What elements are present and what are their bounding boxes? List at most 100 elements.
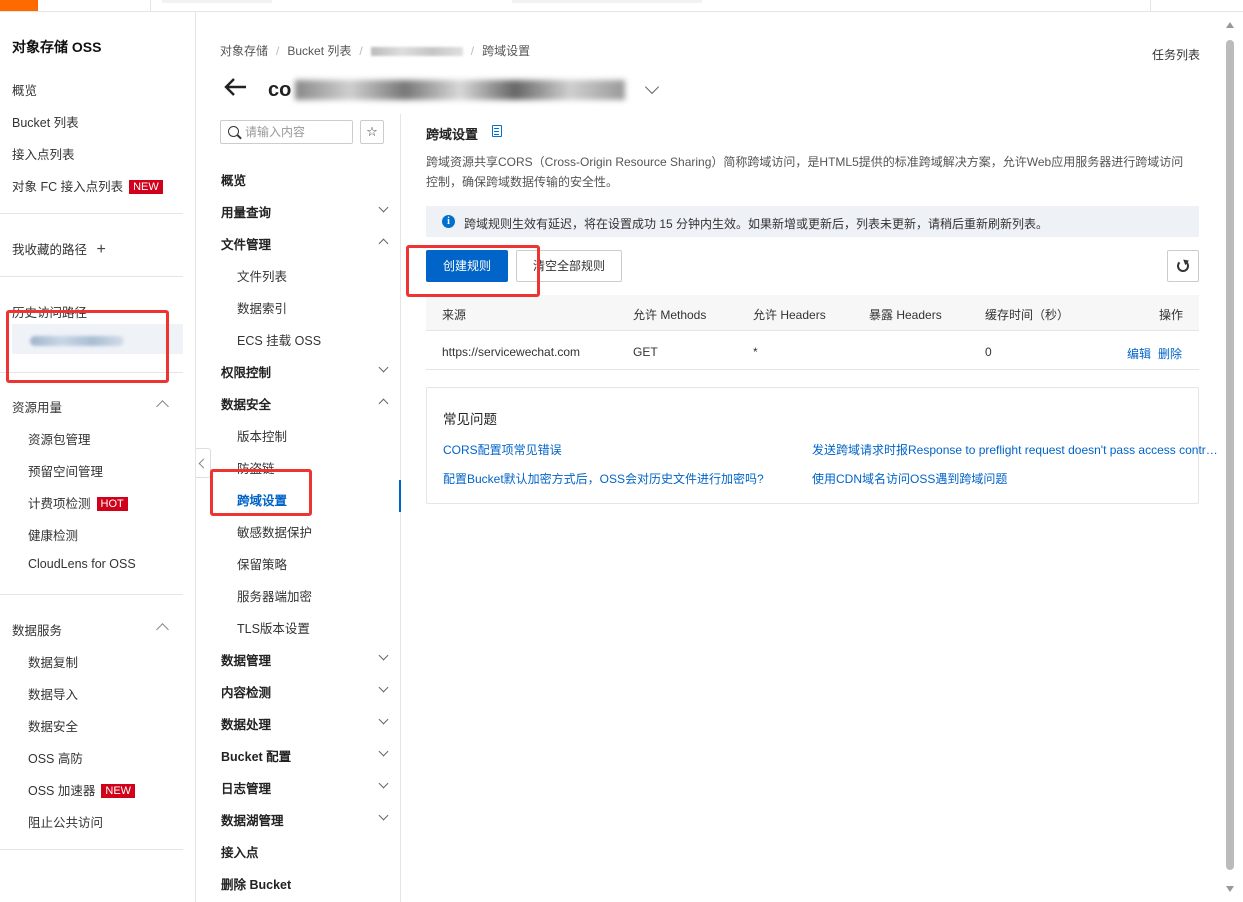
divider: [0, 594, 183, 595]
dataservice-title[interactable]: 数据服务: [12, 620, 62, 639]
nav-item-cloudlens[interactable]: CloudLens for OSS: [28, 557, 136, 571]
delete-link[interactable]: 删除: [1158, 345, 1182, 362]
sn-overview[interactable]: 概览: [221, 170, 246, 189]
sn-encryption[interactable]: 服务器端加密: [237, 586, 312, 605]
table-row: https://servicewechat.com GET * 0 编辑 删除: [426, 331, 1199, 370]
task-list-link[interactable]: 任务列表: [1152, 46, 1200, 63]
sn-permission[interactable]: 权限控制: [221, 362, 271, 381]
highlight-box: [6, 310, 169, 383]
chevron-up-icon[interactable]: [378, 238, 389, 249]
star-button[interactable]: ☆: [360, 120, 384, 144]
nav-item-reserved-space[interactable]: 预留空间管理: [28, 461, 103, 480]
divider: [0, 276, 183, 277]
top-bar: [0, 0, 1243, 12]
nav-item-overview[interactable]: 概览: [12, 80, 37, 99]
nav-item-anti-ddos[interactable]: OSS 高防: [28, 748, 83, 767]
info-icon: i: [442, 215, 455, 228]
nav-item-fc-access-points[interactable]: 对象 FC 接入点列表 NEW: [12, 176, 163, 195]
edit-link[interactable]: 编辑: [1127, 345, 1151, 362]
sn-data-lake[interactable]: 数据湖管理: [221, 810, 284, 829]
chevron-down-icon[interactable]: [378, 778, 389, 789]
sn-tls[interactable]: TLS版本设置: [237, 618, 310, 637]
refresh-icon: [1177, 260, 1189, 272]
nav-item-block-public[interactable]: 阻止公共访问: [28, 812, 103, 831]
nav-item-label: OSS 加速器: [28, 784, 96, 798]
sn-content-check[interactable]: 内容检测: [221, 682, 271, 701]
breadcrumb-bucket-name[interactable]: [370, 47, 463, 57]
bucket-title-text: co: [268, 78, 292, 101]
nav-item-bucket-list[interactable]: Bucket 列表: [12, 112, 79, 131]
sn-usage[interactable]: 用量查询: [221, 202, 271, 221]
nav-item-health-check[interactable]: 健康检测: [28, 525, 78, 544]
back-arrow-icon[interactable]: [222, 74, 248, 100]
chevron-down-icon[interactable]: [378, 202, 389, 213]
breadcrumb-item[interactable]: 对象存储: [220, 44, 268, 58]
refresh-button[interactable]: [1167, 250, 1199, 282]
nav-search[interactable]: [220, 120, 353, 144]
sn-access-point[interactable]: 接入点: [221, 842, 259, 861]
sn-data-process[interactable]: 数据处理: [221, 714, 271, 733]
hot-badge: HOT: [96, 497, 128, 511]
sn-retention[interactable]: 保留策略: [237, 554, 287, 573]
nav-item-billing-check[interactable]: 计费项检测 HOT: [28, 493, 128, 512]
chevron-up-icon[interactable]: [156, 623, 169, 636]
chevron-up-icon[interactable]: [156, 400, 169, 413]
notice-text: 跨域规则生效有延迟，将在设置成功 15 分钟内生效。如果新增或更新后，列表未更新…: [464, 217, 1049, 231]
col-expose-headers: 暴露 Headers: [869, 308, 942, 322]
sn-file-list[interactable]: 文件列表: [237, 266, 287, 285]
add-icon[interactable]: +: [97, 241, 106, 258]
search-icon: [228, 126, 239, 137]
sn-versioning[interactable]: 版本控制: [237, 426, 287, 445]
sn-bucket-config[interactable]: Bucket 配置: [221, 746, 291, 765]
chevron-up-icon[interactable]: [378, 398, 389, 409]
chevron-down-icon[interactable]: [645, 79, 660, 95]
nav-item-data-security[interactable]: 数据安全: [28, 716, 78, 735]
bucket-title[interactable]: co: [268, 76, 660, 104]
chevron-down-icon[interactable]: [378, 810, 389, 821]
faq-link[interactable]: CORS配置项常见错误: [443, 441, 562, 458]
top-search-area[interactable]: [162, 0, 272, 3]
brand-logo[interactable]: [0, 0, 38, 11]
nav-item-access-points[interactable]: 接入点列表: [12, 144, 75, 163]
collapse-sidebar-button[interactable]: [196, 448, 211, 478]
sn-files[interactable]: 文件管理: [221, 234, 271, 253]
new-badge: NEW: [101, 784, 136, 798]
sn-data-mgmt[interactable]: 数据管理: [221, 650, 271, 669]
scroll-up-arrow[interactable]: [1226, 22, 1234, 28]
chevron-down-icon[interactable]: [378, 714, 389, 725]
sn-sensitive-data[interactable]: 敏感数据保护: [237, 522, 312, 541]
sn-data-index[interactable]: 数据索引: [237, 298, 287, 317]
nav-item-resource-pack[interactable]: 资源包管理: [28, 429, 91, 448]
divider: [0, 213, 183, 214]
sn-delete-bucket[interactable]: 删除 Bucket: [221, 874, 291, 893]
cell-max-age: 0: [985, 345, 992, 359]
faq-link[interactable]: 配置Bucket默认加密方式后，OSS会对历史文件进行加密吗?: [443, 470, 764, 487]
product-title: 对象存储 OSS: [12, 39, 102, 55]
chevron-down-icon[interactable]: [378, 650, 389, 661]
nav-item-replication[interactable]: 数据复制: [28, 652, 78, 671]
col-allow-headers: 允许 Headers: [753, 308, 826, 322]
sn-data-security[interactable]: 数据安全: [221, 394, 271, 413]
search-input[interactable]: [245, 124, 349, 140]
favorites-section[interactable]: 我收藏的路径 +: [12, 239, 106, 259]
scroll-down-arrow[interactable]: [1226, 886, 1234, 892]
sn-logs[interactable]: 日志管理: [221, 778, 271, 797]
chevron-down-icon[interactable]: [378, 362, 389, 373]
bucket-title-blurred: [295, 80, 626, 100]
nav-item-accelerator[interactable]: OSS 加速器 NEW: [28, 780, 136, 799]
faq-panel: 常见问题 CORS配置项常见错误 发送跨域请求时报Response to pre…: [426, 387, 1218, 504]
top-nav-area[interactable]: [512, 0, 702, 3]
breadcrumb-item[interactable]: Bucket 列表: [287, 44, 351, 58]
divider: [150, 0, 151, 11]
scrollbar-thumb[interactable]: [1226, 40, 1234, 870]
breadcrumb: 对象存储 / Bucket 列表 / / 跨域设置: [220, 44, 531, 58]
divider: [0, 849, 183, 850]
chevron-down-icon[interactable]: [378, 746, 389, 757]
faq-link[interactable]: 发送跨域请求时报Response to preflight request do…: [812, 441, 1218, 458]
sn-ecs-mount[interactable]: ECS 挂载 OSS: [237, 330, 321, 349]
chevron-down-icon[interactable]: [378, 682, 389, 693]
faq-link[interactable]: 使用CDN域名访问OSS遇到跨域问题: [812, 470, 1007, 487]
resource-title[interactable]: 资源用量: [12, 397, 62, 416]
nav-item-import[interactable]: 数据导入: [28, 684, 78, 703]
document-icon[interactable]: [492, 125, 502, 137]
